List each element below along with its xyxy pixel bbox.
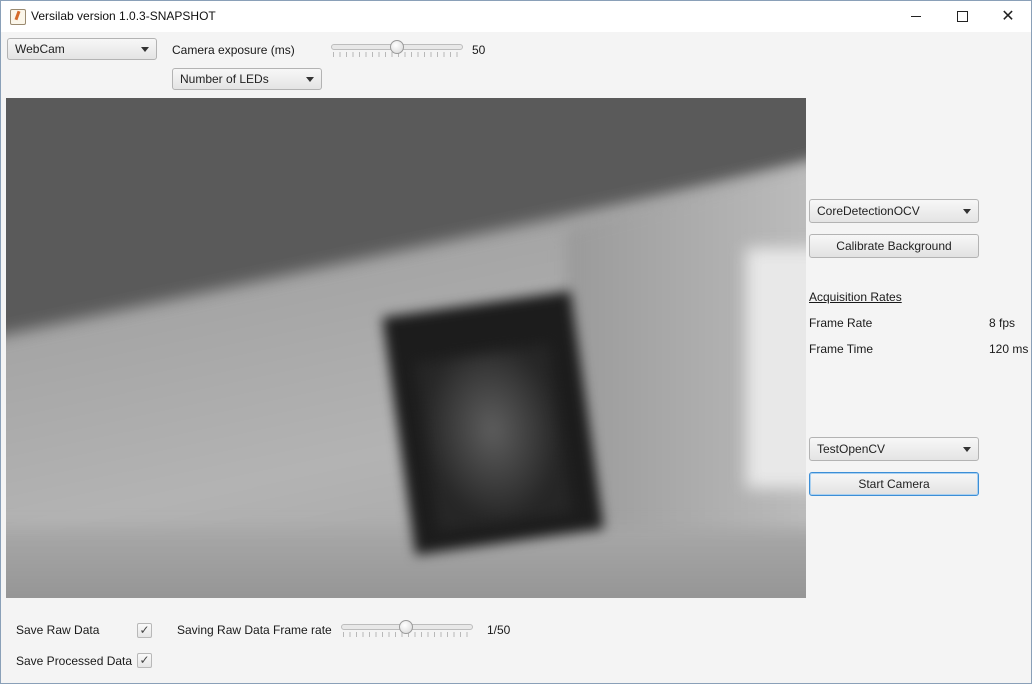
camera-source-value: WebCam (15, 42, 65, 56)
start-camera-button[interactable]: Start Camera (809, 472, 979, 496)
check-icon: ✓ (139, 653, 150, 667)
save-processed-checkbox[interactable]: ✓ (137, 653, 152, 668)
calibrate-background-button[interactable]: Calibrate Background (809, 234, 979, 258)
raw-rate-slider[interactable] (341, 620, 473, 641)
java-cup-icon (10, 9, 26, 25)
frame-rate-label: Frame Rate (809, 316, 873, 330)
chevron-down-icon (306, 77, 314, 82)
exposure-value: 50 (472, 43, 486, 57)
detection-value: CoreDetectionOCV (817, 204, 920, 218)
raw-rate-slider-thumb[interactable] (399, 620, 413, 634)
frame-time-value: 120 ms (989, 342, 1029, 356)
led-count-value: Number of LEDs (180, 72, 269, 86)
save-raw-label: Save Raw Data (16, 623, 100, 637)
title-bar[interactable]: Versilab version 1.0.3-SNAPSHOT ✕ (1, 1, 1031, 32)
minimize-icon (911, 15, 921, 17)
chevron-down-icon (141, 47, 149, 52)
app-window: Versilab version 1.0.3-SNAPSHOT ✕ WebCam… (0, 0, 1032, 684)
camera-preview (6, 98, 806, 598)
save-raw-checkbox[interactable]: ✓ (137, 623, 152, 638)
save-processed-label: Save Processed Data (16, 654, 133, 668)
frame-time-label: Frame Time (809, 342, 874, 356)
window-title: Versilab version 1.0.3-SNAPSHOT (31, 9, 216, 23)
check-icon: ✓ (139, 623, 150, 637)
led-count-select[interactable]: Number of LEDs (172, 68, 322, 90)
test-value: TestOpenCV (817, 442, 886, 456)
frame-rate-value: 8 fps (989, 316, 1016, 330)
chevron-down-icon (963, 209, 971, 214)
minimize-button[interactable] (893, 1, 939, 31)
acquisition-rates-heading: Acquisition Rates (809, 290, 902, 304)
close-button[interactable]: ✕ (985, 1, 1031, 31)
camera-source-select[interactable]: WebCam (7, 38, 157, 60)
exposure-label: Camera exposure (ms) (172, 43, 295, 57)
raw-rate-value: 1/50 (487, 623, 511, 637)
maximize-icon (956, 10, 968, 22)
exposure-slider[interactable] (331, 40, 463, 61)
raw-rate-label: Saving Raw Data Frame rate (177, 623, 332, 637)
close-icon: ✕ (1001, 8, 1015, 25)
test-select[interactable]: TestOpenCV (809, 437, 979, 461)
exposure-slider-thumb[interactable] (390, 40, 404, 54)
detection-select[interactable]: CoreDetectionOCV (809, 199, 979, 223)
maximize-button[interactable] (939, 1, 985, 31)
chevron-down-icon (963, 447, 971, 452)
